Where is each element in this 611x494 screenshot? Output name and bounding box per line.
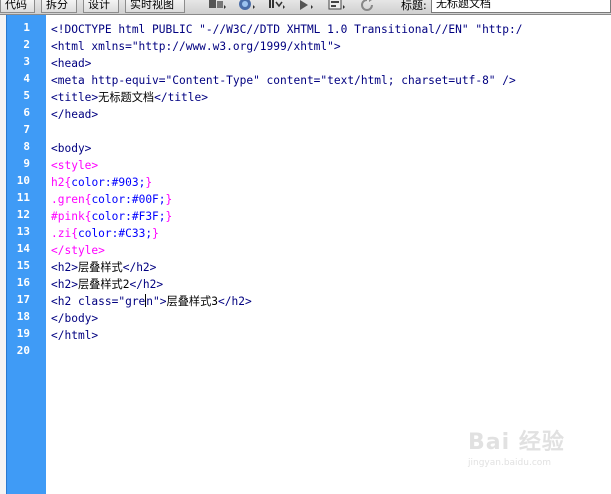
line-number: 11 bbox=[16, 191, 30, 204]
code-token: color:#C33; bbox=[77, 227, 153, 240]
code-token: <meta http-equiv="Content-Type" content=… bbox=[51, 74, 516, 87]
document-toolbar: 代码 拆分 设计 实时视图 标题: 无标题文档 bbox=[0, 0, 611, 15]
code-line[interactable]: <h2>层叠样式2</h2> bbox=[51, 276, 163, 293]
code-token: } bbox=[152, 227, 159, 240]
code-token: color:#00F; bbox=[91, 193, 166, 206]
line-numbers: 1 2 3 4 5 6 7 8 9 10 11 12 13 14 15 16 17 18 19 20 bbox=[6, 15, 46, 494]
code-line[interactable]: h2{color:#903;} bbox=[51, 174, 152, 191]
line-number: 7 bbox=[23, 123, 30, 136]
watermark-logo: Bai 经验 bbox=[468, 430, 565, 455]
live-view-button[interactable]: 实时视图 bbox=[125, 0, 185, 13]
line-number: 8 bbox=[23, 140, 30, 153]
code-token: </title> bbox=[154, 91, 208, 104]
code-line[interactable]: <head> bbox=[51, 55, 91, 72]
code-token: 层叠样式 bbox=[77, 261, 123, 274]
line-number: 1 bbox=[23, 21, 30, 34]
watermark-url: jingyan.baidu.com bbox=[468, 458, 552, 468]
code-token: </h2> bbox=[218, 295, 252, 308]
code-token: <h2> bbox=[51, 261, 78, 274]
code-line[interactable]: <h2 class="gren">层叠样式3</h2> bbox=[51, 293, 252, 310]
code-token: <!DOCTYPE html PUBLIC "-//W3C//DTD XHTML… bbox=[51, 23, 523, 36]
split-view-button[interactable]: 拆分 bbox=[41, 0, 77, 13]
code-token: <title> bbox=[51, 91, 99, 104]
code-line[interactable]: #pink{color:#F3F;} bbox=[51, 208, 172, 225]
line-number: 18 bbox=[16, 310, 30, 323]
code-token: } bbox=[145, 176, 153, 189]
preview-browser-icon[interactable] bbox=[237, 0, 257, 12]
code-token: } bbox=[165, 210, 173, 223]
design-view-button[interactable]: 设计 bbox=[83, 0, 119, 13]
code-token: </h2> bbox=[129, 278, 164, 291]
line-number: 9 bbox=[23, 157, 30, 170]
code-token: 层叠样式3 bbox=[166, 295, 219, 308]
code-token: <style> bbox=[51, 159, 99, 172]
line-number: 5 bbox=[23, 89, 30, 102]
code-token: <head> bbox=[51, 57, 92, 70]
line-number: 2 bbox=[23, 38, 30, 51]
code-token: 层叠样式2 bbox=[77, 278, 130, 291]
code-line[interactable]: <h2>层叠样式</h2> bbox=[51, 259, 156, 276]
title-label: 标题: bbox=[401, 0, 427, 12]
code-token: </style> bbox=[51, 244, 105, 257]
code-token: <body> bbox=[51, 142, 92, 155]
visual-aids-icon[interactable] bbox=[327, 0, 347, 12]
code-line[interactable]: </html> bbox=[51, 327, 98, 344]
code-line[interactable]: <meta http-equiv="Content-Type" content=… bbox=[51, 72, 516, 89]
file-management-icon[interactable] bbox=[267, 0, 287, 12]
code-token: </body> bbox=[51, 312, 99, 325]
code-line[interactable]: <style> bbox=[51, 157, 98, 174]
code-token: 无标题文档 bbox=[98, 91, 155, 104]
code-token: h2 bbox=[51, 176, 65, 189]
line-number-gutter: 1 2 3 4 5 6 7 8 9 10 11 12 13 14 15 16 17 18 19 20 bbox=[0, 15, 46, 494]
line-number: 4 bbox=[23, 72, 30, 85]
code-token: color:#F3F; bbox=[91, 210, 166, 223]
code-line[interactable]: <body> bbox=[51, 140, 91, 157]
baidu-jingyan-watermark: Bai 经验 jingyan.baidu.com bbox=[468, 424, 598, 486]
debug-icon[interactable] bbox=[297, 0, 317, 12]
document-title-input[interactable]: 无标题文档 bbox=[431, 0, 611, 13]
code-token: <html xmlns="http://www.w3.org/1999/xhtm… bbox=[51, 40, 341, 53]
multiscreen-icon[interactable] bbox=[207, 0, 227, 12]
code-line[interactable]: <html xmlns="http://www.w3.org/1999/xhtm… bbox=[51, 38, 341, 55]
code-line[interactable]: <!DOCTYPE html PUBLIC "-//W3C//DTD XHTML… bbox=[51, 21, 522, 38]
code-line[interactable]: </head> bbox=[51, 106, 98, 123]
code-line[interactable]: </body> bbox=[51, 310, 98, 327]
code-token: } bbox=[165, 193, 173, 206]
code-token: n"> bbox=[146, 295, 167, 308]
code-line[interactable]: .gren{color:#00F;} bbox=[51, 191, 172, 208]
line-number: 14 bbox=[16, 242, 30, 255]
code-view-button[interactable]: 代码 bbox=[0, 0, 35, 13]
code-line[interactable]: <title>无标题文档</title> bbox=[51, 89, 208, 106]
line-number: 3 bbox=[23, 55, 30, 68]
code-editor[interactable]: <!DOCTYPE html PUBLIC "-//W3C//DTD XHTML… bbox=[47, 15, 611, 494]
line-number: 13 bbox=[16, 225, 30, 238]
code-token: <h2> bbox=[51, 278, 78, 291]
code-line[interactable]: .zi{color:#C33;} bbox=[51, 225, 159, 242]
code-token: <h2 class="gre bbox=[51, 295, 146, 308]
code-token: #pink bbox=[51, 210, 85, 223]
code-token: </h2> bbox=[122, 261, 157, 274]
line-number: 6 bbox=[23, 106, 30, 119]
code-token: color:#903; bbox=[71, 176, 146, 189]
code-token: .zi bbox=[51, 227, 72, 240]
line-number: 17 bbox=[16, 293, 30, 306]
refresh-icon[interactable] bbox=[357, 0, 377, 12]
code-token: .gren bbox=[51, 193, 85, 206]
line-number: 10 bbox=[16, 174, 30, 187]
code-line[interactable]: </style> bbox=[51, 242, 105, 259]
line-number: 19 bbox=[16, 327, 30, 340]
code-token: { bbox=[71, 227, 78, 240]
code-token: </html> bbox=[51, 329, 99, 342]
line-number: 16 bbox=[16, 276, 30, 289]
line-number: 12 bbox=[16, 208, 30, 221]
line-number: 15 bbox=[16, 259, 30, 272]
line-number: 20 bbox=[16, 344, 30, 357]
code-token: </head> bbox=[51, 108, 99, 121]
